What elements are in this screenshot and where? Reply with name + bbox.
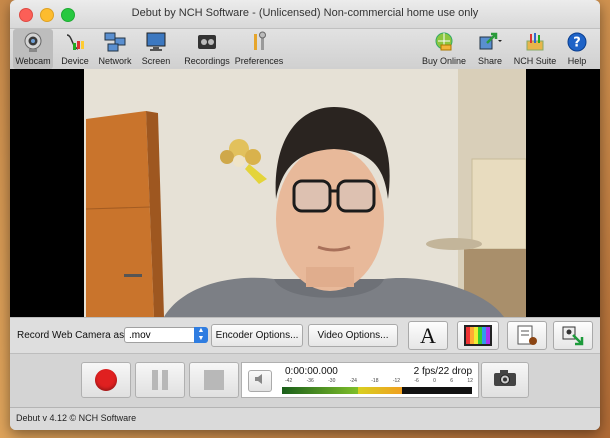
toolbar-screen-label: Screen: [141, 56, 171, 66]
window-title: Debut by NCH Software - (Unlicensed) Non…: [131, 7, 479, 19]
toolbar-share-button[interactable]: Share: [472, 29, 508, 69]
meter-tick: -6: [414, 378, 419, 384]
format-select[interactable]: .mov ▲ ▼: [124, 327, 208, 343]
toolbar-buy-online-label: Buy Online: [421, 56, 467, 66]
meter-tick: 12: [467, 378, 473, 384]
cart-globe-icon: [432, 30, 456, 54]
meter-tick: -24: [349, 378, 357, 384]
fps-readout: 2 fps/22 drop: [413, 366, 472, 377]
color-bars-icon: [464, 325, 492, 346]
main-toolbar: Webcam Device Network Screen Recordings: [10, 29, 600, 70]
document-stamp-icon: [515, 325, 539, 347]
share-icon: [478, 30, 502, 54]
app-window: Debut by NCH Software - (Unlicensed) Non…: [10, 0, 600, 430]
record-settings-bar: Record Web Camera as: .mov ▲ ▼ Encoder Op…: [10, 317, 600, 354]
toolbar-recordings-button[interactable]: Recordings: [182, 29, 232, 69]
caption-button[interactable]: [507, 321, 547, 350]
stop-icon: [204, 370, 224, 390]
meter-tick: -36: [306, 378, 314, 384]
tools-icon: [247, 30, 271, 54]
network-icon: [103, 30, 127, 54]
toolbar-device-label: Device: [61, 56, 89, 66]
color-adjust-button[interactable]: [457, 321, 499, 350]
toolbar-preferences-button[interactable]: Preferences: [234, 29, 284, 69]
preview-image: [84, 69, 526, 317]
toolbar-webcam-label: Webcam: [15, 56, 51, 66]
pause-button[interactable]: [135, 362, 185, 398]
level-meter: [282, 387, 472, 394]
meter-tick: -30: [328, 378, 336, 384]
toolbar-help-label: Help: [567, 56, 587, 66]
snapshot-button[interactable]: [481, 362, 529, 398]
toolbar-help-button[interactable]: ? Help: [562, 29, 592, 69]
video-options-button[interactable]: Video Options...: [308, 324, 398, 347]
pause-icon: [152, 370, 168, 390]
toolbar-nch-suite-label: NCH Suite: [513, 56, 557, 66]
record-button[interactable]: [81, 362, 131, 398]
toolbar-recordings-label: Recordings: [184, 56, 230, 66]
record-icon: [95, 369, 117, 391]
format-select-value: .mov: [129, 330, 151, 341]
title-bar: Debut by NCH Software - (Unlicensed) Non…: [10, 0, 600, 29]
version-label: Debut v 4.12 © NCH Software: [16, 413, 137, 423]
toolbar-screen-button[interactable]: Screen: [138, 29, 174, 69]
text-overlay-button[interactable]: A: [408, 321, 448, 350]
monitor-icon: [144, 30, 168, 54]
toolbar-preferences-label: Preferences: [234, 56, 284, 66]
overlay-button[interactable]: [553, 321, 593, 350]
stop-button[interactable]: [189, 362, 239, 398]
toolbar-network-label: Network: [98, 56, 132, 66]
meter-tick: 6: [450, 378, 454, 384]
webcam-preview: [10, 69, 600, 317]
toolbar-buy-online-button[interactable]: Buy Online: [422, 29, 466, 69]
toolbar-device-button[interactable]: Device: [57, 29, 93, 69]
transport-bar: 0:00:00.000 2 fps/22 drop -42 -36 -30 -2…: [10, 353, 600, 408]
chevron-updown-icon: ▲ ▼: [194, 327, 208, 343]
overlay-arrow-icon: [561, 325, 585, 347]
device-cable-icon: [63, 30, 87, 54]
webcam-icon: [21, 30, 45, 54]
volume-button[interactable]: [248, 370, 272, 392]
speaker-icon: [254, 372, 266, 390]
toolbar-webcam-button[interactable]: Webcam: [13, 29, 53, 69]
record-as-label: Record Web Camera as:: [17, 330, 127, 341]
encoder-options-button[interactable]: Encoder Options...: [211, 324, 303, 347]
toolbar-share-label: Share: [477, 56, 503, 66]
question-icon: ?: [565, 30, 589, 54]
recording-meter-panel: 0:00:00.000 2 fps/22 drop -42 -36 -30 -2…: [241, 362, 479, 398]
toolbox-icon: [523, 30, 547, 54]
meter-tick: -12: [392, 378, 401, 384]
toolbar-network-button[interactable]: Network: [96, 29, 134, 69]
meter-tick: 0: [433, 378, 436, 384]
film-reel-icon: [195, 30, 219, 54]
camera-icon: [493, 369, 517, 392]
elapsed-time: 0:00:00.000: [285, 366, 338, 377]
svg-text:?: ?: [573, 36, 581, 51]
toolbar-nch-suite-button[interactable]: NCH Suite: [513, 29, 557, 69]
meter-tick: -42: [285, 378, 293, 384]
status-bar: Debut v 4.12 © NCH Software: [10, 407, 600, 430]
meter-tick: -18: [371, 378, 379, 384]
meter-scale: -42 -36 -30 -24 -18 -12 -6 0 6 12: [285, 378, 473, 385]
